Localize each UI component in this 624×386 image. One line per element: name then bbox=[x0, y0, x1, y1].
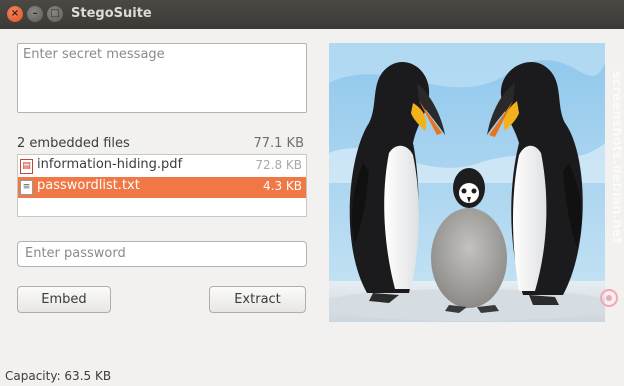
capacity-status: Capacity: 63.5 KB bbox=[5, 369, 112, 383]
watermark: screenshots.debian.net bbox=[596, 58, 624, 314]
password-input[interactable]: Enter password bbox=[17, 241, 307, 267]
extract-button[interactable]: Extract bbox=[209, 286, 306, 313]
file-list-item[interactable]: ▤ information-hiding.pdf 72.8 KB bbox=[18, 156, 306, 177]
file-size: 4.3 KB bbox=[263, 179, 302, 193]
embed-button[interactable]: Embed bbox=[17, 286, 111, 313]
penguins-cover-image bbox=[329, 43, 605, 322]
window-title: StegoSuite bbox=[71, 6, 152, 21]
watermark-text: screenshots.debian.net bbox=[609, 71, 622, 244]
cover-image[interactable] bbox=[329, 43, 605, 322]
maximize-window-button[interactable]: □ bbox=[47, 6, 63, 22]
text-file-icon: ≡ bbox=[20, 180, 33, 195]
minimize-window-button[interactable]: – bbox=[27, 6, 43, 22]
file-size: 72.8 KB bbox=[255, 158, 302, 172]
embedded-files-total-size: 77.1 KB bbox=[253, 136, 304, 151]
embedded-files-count: 2 embedded files bbox=[17, 136, 130, 151]
close-window-button[interactable]: × bbox=[7, 6, 23, 22]
file-list-item-selected[interactable]: ≡ passwordlist.txt 4.3 KB bbox=[18, 177, 306, 198]
pdf-file-icon: ▤ bbox=[20, 159, 33, 174]
title-bar: × – □ StegoSuite bbox=[0, 0, 624, 29]
embedded-files-list[interactable]: ▤ information-hiding.pdf 72.8 KB ≡ passw… bbox=[17, 154, 307, 217]
secret-message-input[interactable]: Enter secret message bbox=[17, 43, 307, 113]
file-name: passwordlist.txt bbox=[37, 178, 140, 193]
embedded-files-header: 2 embedded files 77.1 KB bbox=[17, 136, 307, 154]
file-name: information-hiding.pdf bbox=[37, 157, 183, 172]
